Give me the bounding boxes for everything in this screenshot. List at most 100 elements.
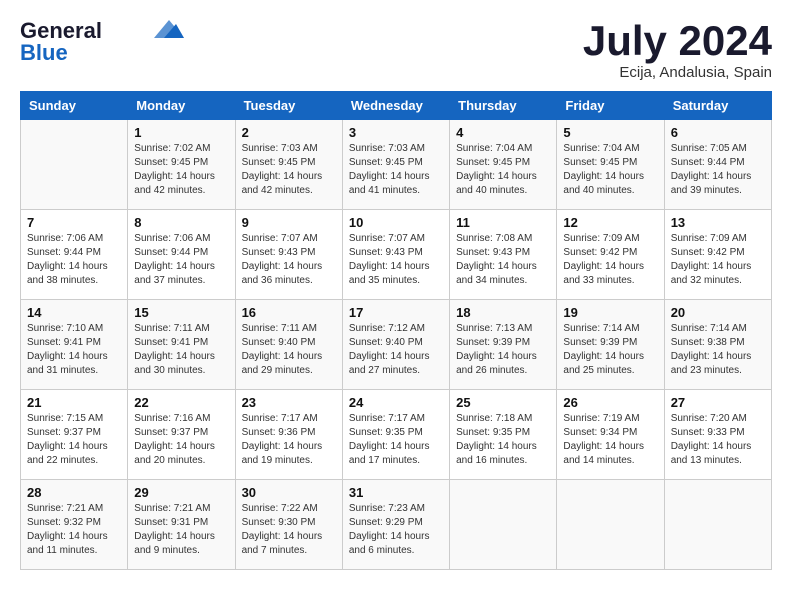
day-number: 3 [349,125,443,140]
calendar-day-cell: 2 Sunrise: 7:03 AMSunset: 9:45 PMDaylight… [235,120,342,210]
calendar-day-cell: 20 Sunrise: 7:14 AMSunset: 9:38 PMDayligh… [664,300,771,390]
calendar-day-cell: 30 Sunrise: 7:22 AMSunset: 9:30 PMDayligh… [235,480,342,570]
day-number: 7 [27,215,121,230]
calendar-day-cell: 3 Sunrise: 7:03 AMSunset: 9:45 PMDaylight… [342,120,449,210]
day-info: Sunrise: 7:10 AMSunset: 9:41 PMDaylight:… [27,322,121,378]
day-info: Sunrise: 7:06 AMSunset: 9:44 PMDaylight:… [27,232,121,288]
day-number: 4 [456,125,550,140]
day-number: 21 [27,395,121,410]
day-info: Sunrise: 7:14 AMSunset: 9:38 PMDaylight:… [671,322,765,378]
day-number: 30 [242,485,336,500]
calendar-day-cell: 11Sunrise: 7:08 AMSunset: 9:43 PMDayligh… [450,210,557,300]
calendar-day-cell: 5 Sunrise: 7:04 AMSunset: 9:45 PMDaylight… [557,120,664,210]
logo-blue-text: Blue [20,42,68,64]
day-info: Sunrise: 7:06 AMSunset: 9:44 PMDaylight:… [134,232,228,288]
calendar-day-cell: 19Sunrise: 7:14 AMSunset: 9:39 PMDayligh… [557,300,664,390]
calendar-week-row: 7 Sunrise: 7:06 AMSunset: 9:44 PMDaylight… [21,210,772,300]
weekday-header-thursday: Thursday [450,92,557,120]
day-info: Sunrise: 7:09 AMSunset: 9:42 PMDaylight:… [671,232,765,288]
calendar-day-cell [21,120,128,210]
day-number: 20 [671,305,765,320]
day-number: 11 [456,215,550,230]
day-info: Sunrise: 7:11 AMSunset: 9:40 PMDaylight:… [242,322,336,378]
day-info: Sunrise: 7:04 AMSunset: 9:45 PMDaylight:… [456,142,550,198]
day-number: 1 [134,125,228,140]
day-number: 12 [563,215,657,230]
calendar-day-cell: 13 Sunrise: 7:09 AMSunset: 9:42 PMDayligh… [664,210,771,300]
day-number: 5 [563,125,657,140]
page-header: General Blue July 2024 Ecija, Andalusia,… [20,20,772,81]
weekday-header-monday: Monday [128,92,235,120]
calendar-week-row: 14 Sunrise: 7:10 AMSunset: 9:41 PMDayligh… [21,300,772,390]
day-info: Sunrise: 7:09 AMSunset: 9:42 PMDaylight:… [563,232,657,288]
day-info: Sunrise: 7:11 AMSunset: 9:41 PMDaylight:… [134,322,228,378]
day-info: Sunrise: 7:16 AMSunset: 9:37 PMDaylight:… [134,412,228,468]
day-number: 17 [349,305,443,320]
day-info: Sunrise: 7:14 AMSunset: 9:39 PMDaylight:… [563,322,657,378]
day-number: 9 [242,215,336,230]
calendar-day-cell: 15 Sunrise: 7:11 AMSunset: 9:41 PMDayligh… [128,300,235,390]
day-number: 18 [456,305,550,320]
calendar-day-cell: 25 Sunrise: 7:18 AMSunset: 9:35 PMDayligh… [450,390,557,480]
day-info: Sunrise: 7:21 AMSunset: 9:32 PMDaylight:… [27,502,121,558]
calendar-week-row: 21 Sunrise: 7:15 AMSunset: 9:37 PMDayligh… [21,390,772,480]
title-area: July 2024 Ecija, Andalusia, Spain [583,20,772,81]
day-info: Sunrise: 7:22 AMSunset: 9:30 PMDaylight:… [242,502,336,558]
day-number: 25 [456,395,550,410]
weekday-header-friday: Friday [557,92,664,120]
day-info: Sunrise: 7:19 AMSunset: 9:34 PMDaylight:… [563,412,657,468]
day-number: 14 [27,305,121,320]
day-info: Sunrise: 7:03 AMSunset: 9:45 PMDaylight:… [349,142,443,198]
calendar-day-cell: 9 Sunrise: 7:07 AMSunset: 9:43 PMDaylight… [235,210,342,300]
calendar-day-cell: 18 Sunrise: 7:13 AMSunset: 9:39 PMDayligh… [450,300,557,390]
day-info: Sunrise: 7:12 AMSunset: 9:40 PMDaylight:… [349,322,443,378]
day-number: 6 [671,125,765,140]
calendar-table: SundayMondayTuesdayWednesdayThursdayFrid… [20,91,772,570]
day-info: Sunrise: 7:04 AMSunset: 9:45 PMDaylight:… [563,142,657,198]
calendar-day-cell: 6 Sunrise: 7:05 AMSunset: 9:44 PMDaylight… [664,120,771,210]
calendar-day-cell: 12 Sunrise: 7:09 AMSunset: 9:42 PMDayligh… [557,210,664,300]
calendar-day-cell: 23 Sunrise: 7:17 AMSunset: 9:36 PMDayligh… [235,390,342,480]
day-number: 24 [349,395,443,410]
day-number: 13 [671,215,765,230]
day-number: 26 [563,395,657,410]
day-number: 10 [349,215,443,230]
day-info: Sunrise: 7:13 AMSunset: 9:39 PMDaylight:… [456,322,550,378]
day-info: Sunrise: 7:07 AMSunset: 9:43 PMDaylight:… [349,232,443,288]
calendar-subtitle: Ecija, Andalusia, Spain [583,64,772,81]
calendar-week-row: 28 Sunrise: 7:21 AMSunset: 9:32 PMDayligh… [21,480,772,570]
calendar-day-cell [664,480,771,570]
calendar-day-cell: 1Sunrise: 7:02 AMSunset: 9:45 PMDaylight… [128,120,235,210]
day-info: Sunrise: 7:07 AMSunset: 9:43 PMDaylight:… [242,232,336,288]
day-number: 2 [242,125,336,140]
calendar-day-cell [557,480,664,570]
calendar-day-cell: 16Sunrise: 7:11 AMSunset: 9:40 PMDayligh… [235,300,342,390]
day-number: 31 [349,485,443,500]
day-info: Sunrise: 7:03 AMSunset: 9:45 PMDaylight:… [242,142,336,198]
calendar-day-cell: 21 Sunrise: 7:15 AMSunset: 9:37 PMDayligh… [21,390,128,480]
calendar-day-cell: 28 Sunrise: 7:21 AMSunset: 9:32 PMDayligh… [21,480,128,570]
calendar-day-cell: 22Sunrise: 7:16 AMSunset: 9:37 PMDayligh… [128,390,235,480]
day-number: 15 [134,305,228,320]
calendar-day-cell: 17 Sunrise: 7:12 AMSunset: 9:40 PMDayligh… [342,300,449,390]
calendar-day-cell [450,480,557,570]
day-number: 28 [27,485,121,500]
day-info: Sunrise: 7:15 AMSunset: 9:37 PMDaylight:… [27,412,121,468]
day-info: Sunrise: 7:17 AMSunset: 9:35 PMDaylight:… [349,412,443,468]
calendar-day-cell: 24 Sunrise: 7:17 AMSunset: 9:35 PMDayligh… [342,390,449,480]
calendar-day-cell: 29Sunrise: 7:21 AMSunset: 9:31 PMDayligh… [128,480,235,570]
day-number: 23 [242,395,336,410]
calendar-day-cell: 27Sunrise: 7:20 AMSunset: 9:33 PMDayligh… [664,390,771,480]
calendar-day-cell: 10 Sunrise: 7:07 AMSunset: 9:43 PMDayligh… [342,210,449,300]
weekday-header-row: SundayMondayTuesdayWednesdayThursdayFrid… [21,92,772,120]
day-info: Sunrise: 7:05 AMSunset: 9:44 PMDaylight:… [671,142,765,198]
logo: General Blue [20,20,184,64]
calendar-day-cell: 26 Sunrise: 7:19 AMSunset: 9:34 PMDayligh… [557,390,664,480]
day-info: Sunrise: 7:23 AMSunset: 9:29 PMDaylight:… [349,502,443,558]
calendar-day-cell: 14 Sunrise: 7:10 AMSunset: 9:41 PMDayligh… [21,300,128,390]
calendar-day-cell: 4 Sunrise: 7:04 AMSunset: 9:45 PMDaylight… [450,120,557,210]
day-info: Sunrise: 7:17 AMSunset: 9:36 PMDaylight:… [242,412,336,468]
day-info: Sunrise: 7:18 AMSunset: 9:35 PMDaylight:… [456,412,550,468]
day-number: 27 [671,395,765,410]
calendar-day-cell: 7 Sunrise: 7:06 AMSunset: 9:44 PMDaylight… [21,210,128,300]
